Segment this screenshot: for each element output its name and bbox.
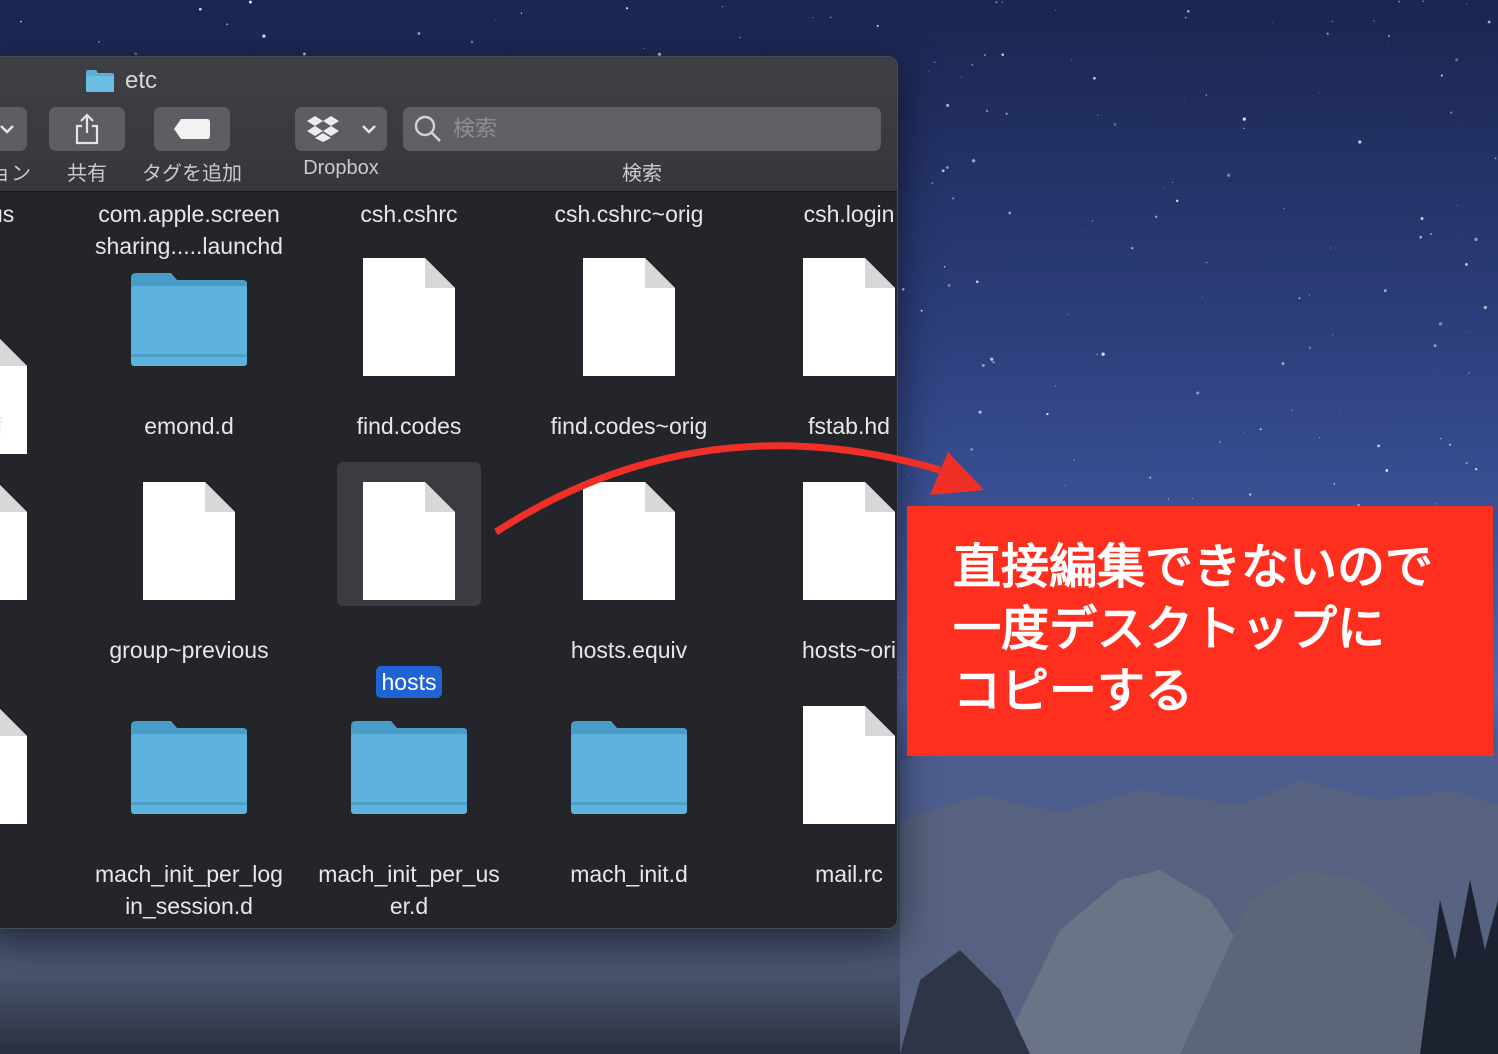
file-name: conf: [0, 410, 91, 442]
document-icon: [363, 258, 455, 376]
file-item[interactable]: hosts.equiv: [519, 482, 739, 676]
share-label: 共有: [67, 163, 107, 185]
document-icon: [0, 485, 27, 600]
file-name: mach_init.d: [570, 861, 688, 887]
folder-item[interactable]: mach_init_per_log in_session.d: [79, 720, 299, 920]
add-tag-button[interactable]: [154, 107, 230, 151]
callout-line: 一度デスクトップに: [953, 601, 1386, 657]
file-name: rc: [0, 858, 91, 890]
add-tag-label: タグを追加: [142, 163, 242, 185]
document-icon: [363, 482, 455, 600]
file-name: mach_init_per_us er.d: [318, 861, 500, 919]
share-icon: [75, 113, 99, 145]
folder-item[interactable]: mach_init_per_us er.d: [299, 720, 519, 920]
document-icon: [803, 258, 895, 376]
folder-item[interactable]: emond.d: [79, 272, 299, 452]
callout-line: 直接編集できないので: [953, 539, 1434, 595]
file-name: com.apple.screen sharing.....launchd: [95, 201, 283, 259]
file-item[interactable]: group~previous: [79, 482, 299, 676]
document-icon: [803, 482, 895, 600]
file-item[interactable]: find.codes~orig: [519, 258, 739, 452]
finder-toolbar: etc ョン 共有 タグを追加 Dropbox: [0, 57, 897, 192]
search-field[interactable]: [403, 107, 881, 151]
file-name: hosts.equiv: [570, 637, 688, 663]
file-name: find.codes~orig: [550, 413, 708, 439]
dropbox-button[interactable]: [295, 107, 387, 151]
action-menu-button[interactable]: [0, 107, 27, 151]
window-title-text: etc: [125, 67, 158, 94]
file-item[interactable]: find.codes: [299, 258, 519, 452]
callout-text: 直接編集できないので 一度デスクトップに コピーする: [953, 536, 1473, 722]
dropbox-label: Dropbox: [303, 157, 379, 179]
icon-grid: evious com.apple.screen sharing.....laun…: [0, 192, 897, 928]
file-item-selected[interactable]: hosts: [299, 462, 519, 698]
document-icon: [583, 482, 675, 600]
folder-item[interactable]: mach_init.d: [519, 720, 739, 920]
document-icon: [583, 258, 675, 376]
file-name: evious: [0, 201, 15, 227]
folder-icon: [131, 273, 247, 366]
document-icon: [803, 706, 895, 824]
folder-icon: [131, 721, 247, 814]
callout-line: コピーする: [953, 663, 1194, 719]
file-name: emond.d: [144, 413, 234, 439]
share-button[interactable]: [49, 107, 125, 151]
file-name: csh.cshrc~orig: [554, 201, 704, 227]
file-item[interactable]: mail.rc: [739, 706, 897, 920]
dropbox-icon: [306, 116, 339, 142]
file-name: mach_init_per_log in_session.d: [95, 861, 283, 919]
search-icon: [414, 115, 441, 142]
file-item[interactable]: rc: [0, 709, 91, 920]
document-icon: [143, 482, 235, 600]
file-name: hosts: [375, 666, 443, 698]
chevron-down-icon: [0, 125, 14, 134]
folder-icon: [86, 70, 114, 92]
file-item[interactable]: conf: [0, 272, 91, 454]
file-name: hosts~ori: [802, 637, 896, 663]
file-item[interactable]: hosts~ori: [739, 482, 897, 676]
search-label: 検索: [622, 163, 662, 185]
file-name: csh.login: [803, 201, 895, 227]
chevron-down-icon: [361, 125, 376, 134]
folder-icon: [351, 721, 467, 814]
file-item[interactable]: [0, 485, 91, 676]
folder-icon: [571, 721, 687, 814]
file-name: group~previous: [109, 637, 269, 663]
annotation-callout: 直接編集できないので 一度デスクトップに コピーする: [907, 506, 1493, 756]
finder-window: etc ョン 共有 タグを追加 Dropbox: [0, 56, 898, 929]
tag-icon: [174, 119, 210, 139]
file-name: mail.rc: [815, 861, 883, 887]
document-icon: [0, 709, 27, 824]
window-title: etc: [85, 67, 157, 95]
file-name: find.codes: [356, 413, 462, 439]
file-name: fstab.hd: [808, 413, 890, 439]
search-input[interactable]: [451, 115, 855, 143]
file-name-wrap: hosts: [299, 634, 519, 698]
action-label: ョン: [0, 163, 31, 185]
file-name: csh.cshrc: [360, 201, 458, 227]
file-item[interactable]: fstab.hd: [739, 258, 897, 452]
